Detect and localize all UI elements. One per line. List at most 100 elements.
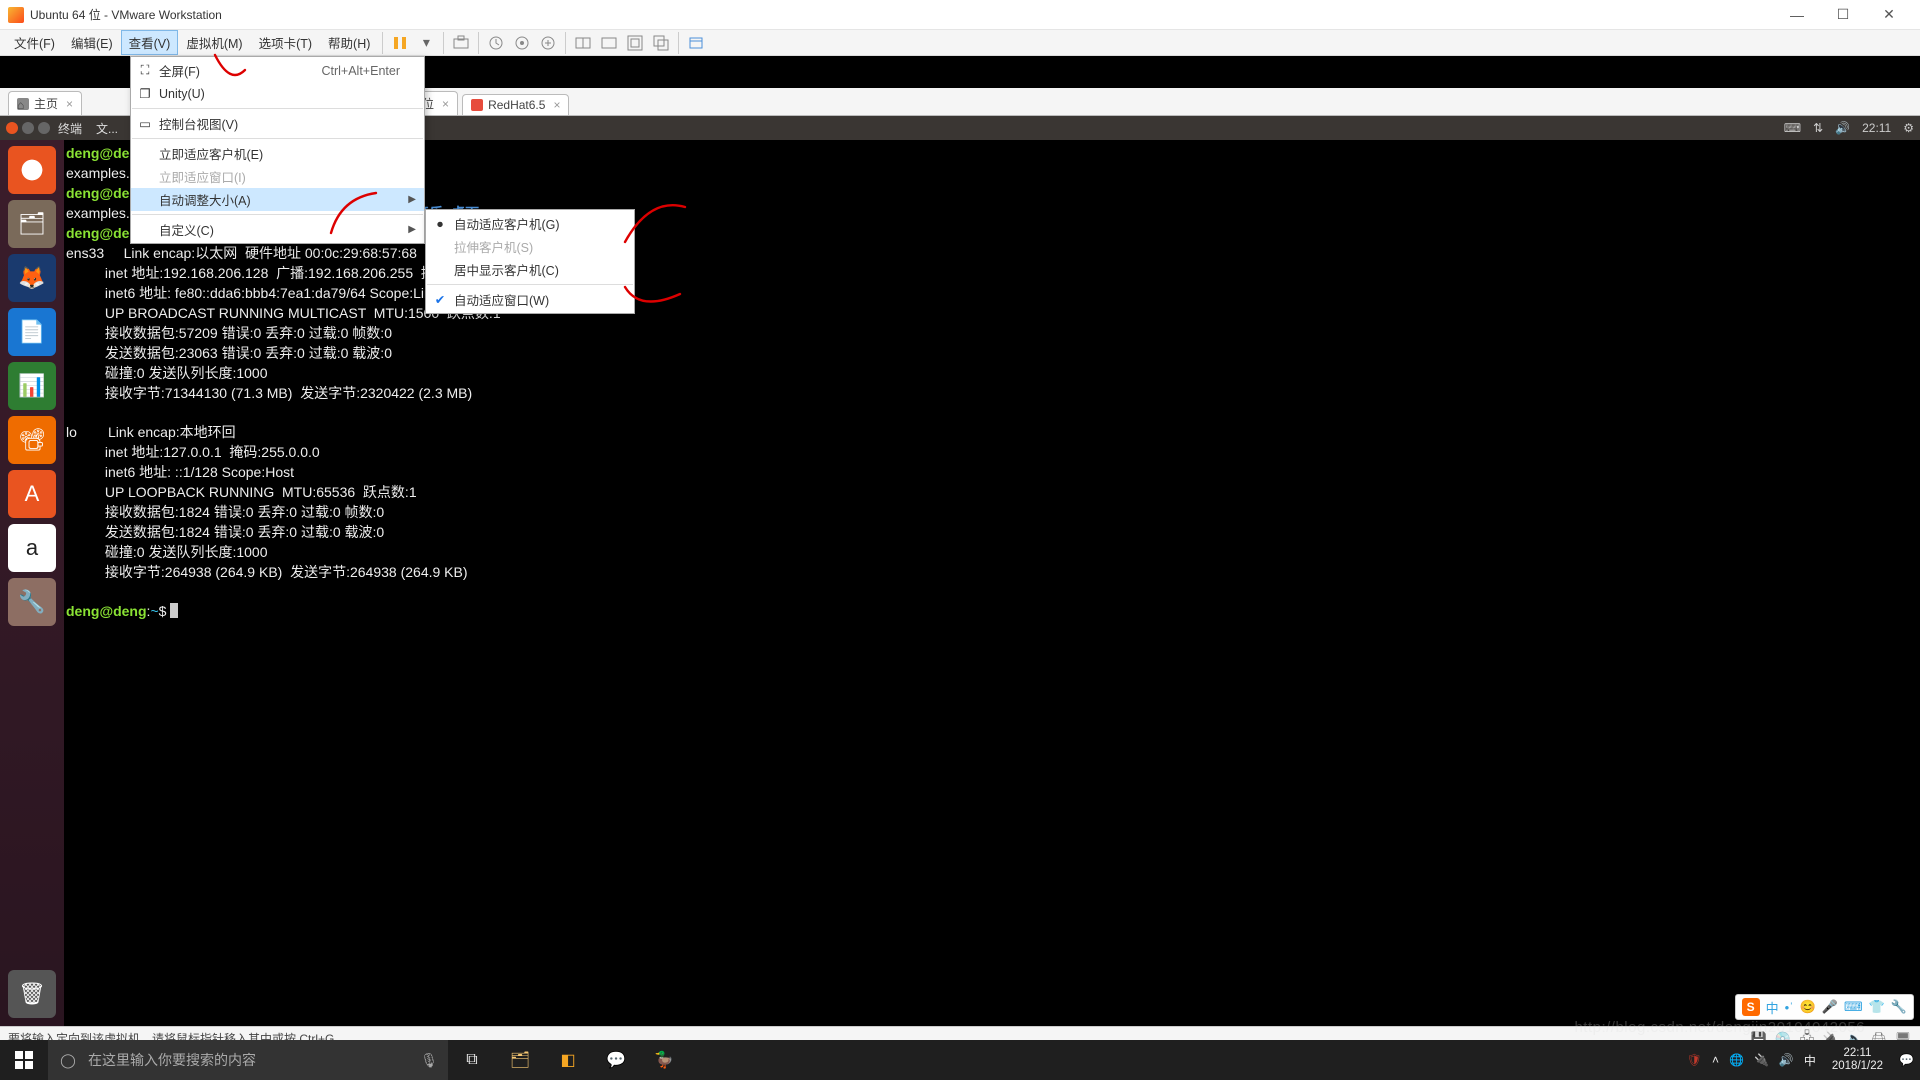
guest-display[interactable]: 终端 文... ⌨ ⇅ 🔊 22:11 ⚙ ◔ 🗂 🦊 📄 📊 📽 A a 🔧 … (0, 116, 1920, 1026)
tray-up-icon[interactable]: ˄ (1712, 1053, 1719, 1067)
calc-icon[interactable]: 📊 (8, 362, 56, 410)
ime-toolbox-icon[interactable]: 🔧 (1891, 999, 1907, 1015)
menu-vm[interactable]: 虚拟机(M) (178, 30, 250, 55)
toolbar-unity-icon[interactable] (648, 30, 674, 56)
submenu-autofit-window[interactable]: ✔自动适应窗口(W) (426, 288, 634, 311)
menu-help[interactable]: 帮助(H) (320, 30, 378, 55)
ime-mic-icon[interactable]: 🎤 (1822, 999, 1838, 1015)
panel-app-terminal[interactable]: 终端 (58, 120, 82, 137)
trash-icon[interactable]: 🗑 (8, 970, 56, 1018)
menu-tabs[interactable]: 选项卡(T) (251, 30, 320, 55)
terminal-line: 接收字节:71344130 (71.3 MB) 发送字节:2320422 (2.… (66, 385, 472, 401)
toolbar-pause-icon[interactable] (387, 30, 413, 56)
ime-punct-icon[interactable]: •ˈ (1785, 1000, 1794, 1015)
software-icon[interactable]: A (8, 470, 56, 518)
menu-custom[interactable]: 自定义(C)▶ (131, 218, 424, 241)
console-icon: ▭ (137, 116, 153, 131)
panel-app-files[interactable]: 文... (96, 120, 118, 137)
mic-icon[interactable]: 🎙 (420, 1052, 438, 1069)
firefox-icon[interactable]: 🦊 (8, 254, 56, 302)
toolbar-dropdown-icon[interactable]: ▾ (413, 30, 439, 56)
close-icon[interactable]: × (442, 97, 449, 111)
keyboard-icon[interactable]: ⌨ (1784, 121, 1801, 135)
menu-fullscreen[interactable]: ⛶全屏(F)Ctrl+Alt+Enter (131, 59, 424, 82)
toolbar-send-cad-icon[interactable] (448, 30, 474, 56)
system-tray: 🛡 ˄ 🌐 🔌 🔊 中 22:11 2018/1/22 💬 (1687, 1047, 1920, 1073)
submenu-center-guest[interactable]: 居中显示客户机(C) (426, 258, 634, 281)
fullscreen-icon: ⛶ (137, 63, 153, 78)
ime-lang[interactable]: 中 (1766, 998, 1779, 1017)
terminal-body[interactable]: deng@deng:~$ ls examples.desktop 公共的 模板 … (64, 140, 1920, 1026)
ime-keyboard-icon[interactable]: ⌨ (1844, 999, 1863, 1015)
toolbar-snapshot-manage-icon[interactable] (509, 30, 535, 56)
menu-console-view[interactable]: ▭控制台视图(V) (131, 112, 424, 135)
window-controls[interactable] (6, 122, 50, 134)
tab-home[interactable]: ⌂主页× (8, 91, 82, 115)
menu-file[interactable]: 文件(F) (6, 30, 63, 55)
task-view-icon[interactable]: ⧉ (448, 1040, 496, 1080)
submenu-autofit-guest[interactable]: ●自动适应客户机(G) (426, 212, 634, 235)
tray-ime-icon[interactable]: 中 (1804, 1052, 1816, 1069)
terminal-line: lo Link encap:本地环回 (66, 424, 236, 440)
tray-security-icon[interactable]: 🛡 (1687, 1053, 1702, 1067)
settings-icon[interactable]: 🔧 (8, 578, 56, 626)
tray-globe-icon[interactable]: 🌐 (1729, 1053, 1744, 1067)
taskbar-wechat-icon[interactable]: 💬 (592, 1040, 640, 1080)
sogou-ime-bar[interactable]: S 中 •ˈ 😊 🎤 ⌨ 👕 🔧 (1735, 994, 1914, 1020)
cortana-icon[interactable]: ◯ (48, 1052, 88, 1069)
terminal-line: 碰撞:0 发送队列长度:1000 (66, 544, 268, 560)
tab-redhat[interactable]: RedHat6.5× (462, 94, 569, 115)
chevron-right-icon: ▶ (408, 224, 416, 235)
start-button[interactable] (0, 1040, 48, 1080)
panel-clock[interactable]: 22:11 (1862, 121, 1891, 135)
amazon-icon[interactable]: a (8, 524, 56, 572)
taskbar-search[interactable]: ◯ 在这里输入你要搜索的内容 🎙 (48, 1040, 448, 1080)
gear-icon[interactable]: ⚙ (1903, 121, 1914, 135)
toolbar-snapshot-icon[interactable] (483, 30, 509, 56)
check-icon: ✔ (432, 292, 448, 307)
unity-icon: ❐ (137, 86, 153, 101)
windows-taskbar: ◯ 在这里输入你要搜索的内容 🎙 ⧉ 🗂 ◧ 💬 🦆 🛡 ˄ 🌐 🔌 🔊 中 2… (0, 1040, 1920, 1080)
taskbar-explorer-icon[interactable]: 🗂 (496, 1040, 544, 1080)
menu-edit[interactable]: 编辑(E) (63, 30, 121, 55)
terminal-line: 接收数据包:1824 错误:0 丢弃:0 过载:0 帧数:0 (66, 504, 384, 520)
menu-view[interactable]: 查看(V) (121, 30, 179, 55)
network-icon[interactable]: ⇅ (1813, 121, 1823, 135)
taskbar-wps-icon[interactable]: 🦆 (640, 1040, 688, 1080)
tray-power-icon[interactable]: 🔌 (1754, 1053, 1769, 1067)
tray-network-icon[interactable]: 🔊 (1779, 1053, 1794, 1067)
close-icon[interactable]: × (66, 97, 73, 111)
minimize-button[interactable]: — (1774, 0, 1820, 30)
close-button[interactable]: ✕ (1866, 0, 1912, 30)
terminal-line: 碰撞:0 发送队列长度:1000 (66, 365, 268, 381)
toolbar-view-single-icon[interactable] (596, 30, 622, 56)
volume-icon[interactable]: 🔊 (1835, 121, 1850, 135)
search-placeholder: 在这里输入你要搜索的内容 (88, 1050, 256, 1070)
files-icon[interactable]: 🗂 (8, 200, 56, 248)
menu-fit-guest-now[interactable]: 立即适应客户机(E) (131, 142, 424, 165)
ime-emoji-icon[interactable]: 😊 (1799, 999, 1815, 1015)
terminal-line: UP LOOPBACK RUNNING MTU:65536 跃点数:1 (66, 484, 417, 500)
chevron-right-icon: ▶ (408, 194, 416, 205)
terminal-line: inet 地址:127.0.0.1 掩码:255.0.0.0 (66, 444, 320, 460)
toolbar-revert-icon[interactable] (535, 30, 561, 56)
toolbar-view-split-icon[interactable] (570, 30, 596, 56)
menu-unity[interactable]: ❐Unity(U) (131, 82, 424, 105)
action-center-icon[interactable]: 💬 (1899, 1053, 1914, 1067)
impress-icon[interactable]: 📽 (8, 416, 56, 464)
taskbar-vmware-icon[interactable]: ◧ (544, 1040, 592, 1080)
host-titlebar: Ubuntu 64 位 - VMware Workstation — ☐ ✕ (0, 0, 1920, 30)
toolbar-fullscreen-icon[interactable] (622, 30, 648, 56)
menu-autosize[interactable]: 自动调整大小(A)▶ (131, 188, 424, 211)
terminal-line: inet6 地址: ::1/128 Scope:Host (66, 464, 294, 480)
taskbar-clock[interactable]: 22:11 2018/1/22 (1826, 1047, 1889, 1073)
maximize-button[interactable]: ☐ (1820, 0, 1866, 30)
terminal-line: 接收字节:264938 (264.9 KB) 发送字节:264938 (264.… (66, 564, 468, 580)
close-icon[interactable]: × (553, 98, 560, 112)
ime-skin-icon[interactable]: 👕 (1869, 999, 1885, 1015)
writer-icon[interactable]: 📄 (8, 308, 56, 356)
unity-launcher: ◔ 🗂 🦊 📄 📊 📽 A a 🔧 >_ 🗑 (0, 140, 64, 1026)
toolbar-library-icon[interactable] (683, 30, 709, 56)
radio-selected-icon: ● (432, 217, 448, 231)
dash-icon[interactable]: ◔ (8, 146, 56, 194)
